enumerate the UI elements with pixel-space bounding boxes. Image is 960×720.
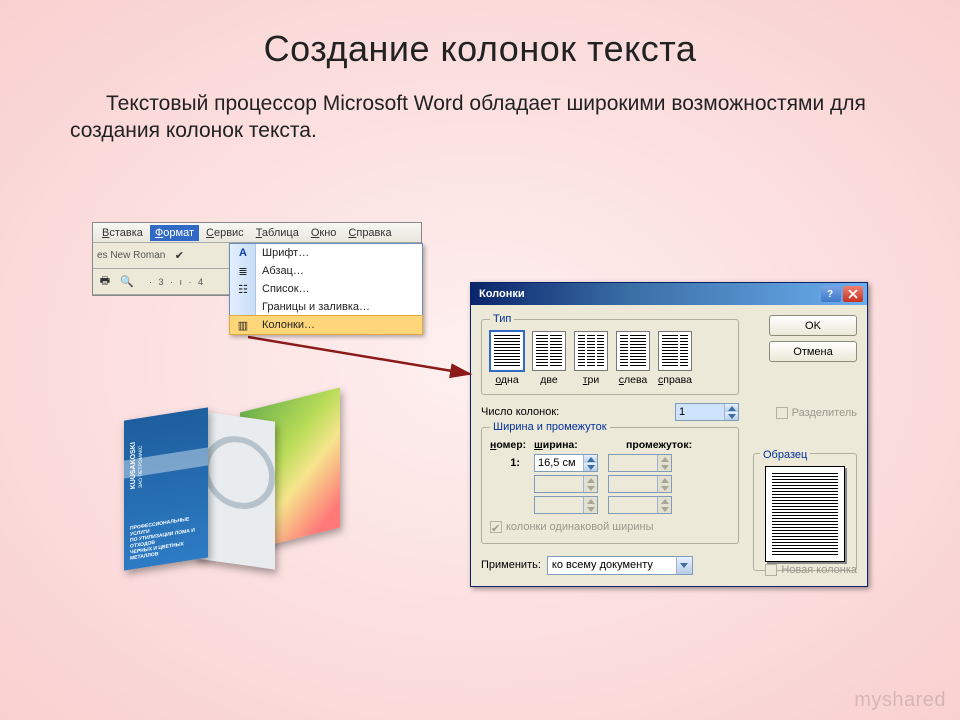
dd-borders[interactable]: Границы и заливка… xyxy=(230,298,422,316)
apply-label: Применить: xyxy=(481,559,541,571)
columns-icon: ▥ xyxy=(234,318,252,332)
gap-1-spinner xyxy=(608,454,672,472)
border-icon xyxy=(234,300,252,314)
menu-table[interactable]: Таблица xyxy=(251,225,304,241)
group-type-label: Тип xyxy=(490,313,514,325)
type-one[interactable]: одна xyxy=(490,331,524,386)
dd-columns[interactable]: ▥ Колонки… xyxy=(229,315,423,335)
word-menu-fragment: Вставка Формат Сервис Таблица Окно Справ… xyxy=(92,222,422,296)
menu-tools[interactable]: Сервис xyxy=(201,225,249,241)
ok-button[interactable]: OK xyxy=(769,315,857,336)
spellcheck-icon[interactable]: ✔ xyxy=(171,248,187,264)
cancel-button[interactable]: Отмена xyxy=(769,341,857,362)
spin-up-icon[interactable] xyxy=(724,404,738,412)
slide-title: Создание колонок текста xyxy=(0,0,960,70)
equal-width-checkbox[interactable]: ✔ колонки одинаковой ширины xyxy=(490,521,654,533)
new-column-checkbox[interactable]: Новая колонка xyxy=(765,564,857,576)
dd-paragraph[interactable]: ≣ Абзац… xyxy=(230,262,422,280)
word-menubar: Вставка Формат Сервис Таблица Окно Справ… xyxy=(93,223,421,243)
font-combobox[interactable]: es New Roman xyxy=(97,250,165,261)
count-input[interactable] xyxy=(676,404,724,420)
dd-list[interactable]: ☷ Список… xyxy=(230,280,422,298)
columns-dialog: Колонки ? OK Отмена Тип одна две xyxy=(470,282,868,587)
menu-help[interactable]: Справка xyxy=(343,225,396,241)
print-icon[interactable]: 🖶 xyxy=(97,274,113,290)
type-left[interactable]: слева xyxy=(616,331,650,386)
menu-window[interactable]: Окно xyxy=(306,225,342,241)
chevron-down-icon[interactable] xyxy=(676,557,692,574)
svg-text:?: ? xyxy=(827,289,833,299)
width-1-spinner[interactable] xyxy=(534,454,598,472)
ruler: · 3 · ı · 4 xyxy=(149,277,205,287)
apply-combobox[interactable]: ко всему документу xyxy=(547,556,693,575)
count-label: Число колонок: xyxy=(481,406,559,418)
dd-font[interactable]: A Шрифт… xyxy=(230,244,422,262)
watermark: myshared xyxy=(854,689,946,712)
count-spinner[interactable] xyxy=(675,403,739,421)
slide-body: Текстовый процессор Microsoft Word облад… xyxy=(70,90,890,145)
dialog-title: Колонки xyxy=(479,288,819,300)
menu-insert[interactable]: Вставка xyxy=(97,225,148,241)
dialog-titlebar[interactable]: Колонки ? xyxy=(471,283,867,305)
type-two[interactable]: две xyxy=(532,331,566,386)
sample-preview xyxy=(765,466,845,562)
brochure-image: KUUSAKOSKIЗАО ПЕТРОМАКС ПРОФЕССИОНАЛЬНЫЕ… xyxy=(120,390,350,590)
callout-arrow xyxy=(248,332,478,382)
type-right[interactable]: справа xyxy=(658,331,692,386)
sample-label: Образец xyxy=(760,449,810,461)
menu-format[interactable]: Формат xyxy=(150,225,199,241)
type-three[interactable]: три xyxy=(574,331,608,386)
list-icon: ☷ xyxy=(234,282,252,296)
paragraph-icon: ≣ xyxy=(234,264,252,278)
close-button[interactable] xyxy=(843,286,863,302)
preview-icon[interactable]: 🔍 xyxy=(119,274,135,290)
font-a-icon: A xyxy=(234,246,252,260)
group-width-label: Ширина и промежуток xyxy=(490,421,610,433)
spin-down-icon[interactable] xyxy=(724,412,738,420)
help-button[interactable]: ? xyxy=(821,286,841,302)
format-dropdown: A Шрифт… ≣ Абзац… ☷ Список… Границы и за… xyxy=(229,243,423,335)
separator-checkbox[interactable]: Разделитель xyxy=(776,407,857,419)
